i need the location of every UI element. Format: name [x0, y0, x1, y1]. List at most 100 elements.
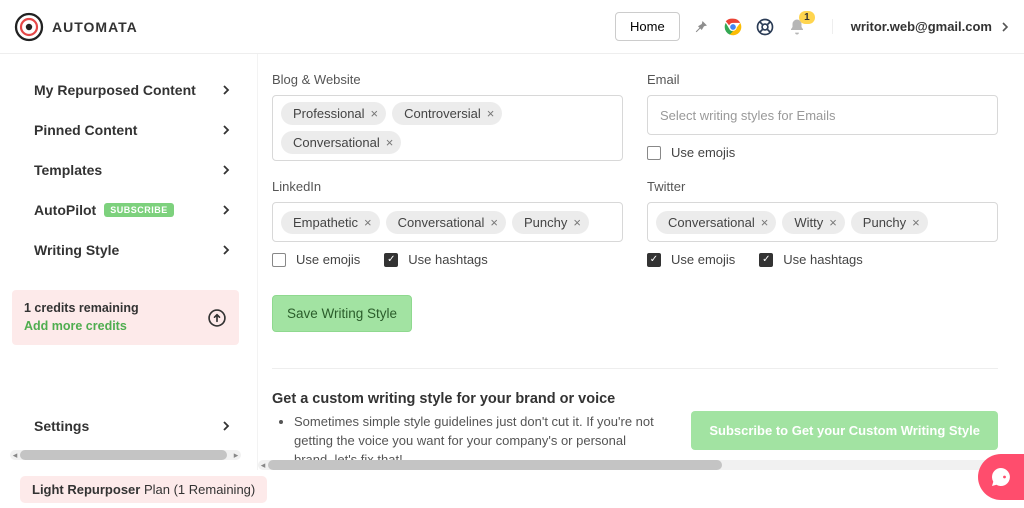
scroll-right-icon: ▸ [231, 450, 241, 460]
sidebar-item-label: Writing Style [34, 242, 119, 258]
checkbox-label: Use emojis [671, 252, 735, 267]
chevron-right-icon [221, 245, 231, 255]
tag-chip: Conversational × [656, 211, 776, 234]
sidebar-item-templates[interactable]: Templates [4, 150, 247, 190]
chat-fab-button[interactable] [978, 454, 1024, 500]
linkedin-tags-input[interactable]: Empathetic × Conversational × Punchy× [272, 202, 623, 242]
sidebar: My Repurposed Content Pinned Content Tem… [0, 54, 258, 470]
credits-remaining-text: 1 credits remaining [24, 300, 139, 318]
tag-remove-icon[interactable]: × [386, 135, 394, 150]
scroll-left-icon: ◂ [10, 450, 20, 460]
scroll-left-icon: ◂ [258, 460, 268, 470]
section-title: Twitter [647, 179, 998, 194]
subscribe-custom-style-button[interactable]: Subscribe to Get your Custom Writing Sty… [691, 411, 998, 450]
tag-label: Conversational [398, 215, 485, 230]
tag-remove-icon[interactable]: × [364, 215, 372, 230]
tag-remove-icon[interactable]: × [371, 106, 379, 121]
checkbox-label: Use emojis [296, 252, 360, 267]
twitter-use-hashtags-checkbox[interactable]: Use hashtags [759, 252, 863, 267]
subscribe-badge: SUBSCRIBE [104, 203, 174, 217]
tag-chip: Controversial × [392, 102, 502, 125]
tag-chip: Punchy× [512, 211, 589, 234]
plan-pill[interactable]: Light Repurposer Plan (1 Remaining) [20, 476, 267, 503]
sidebar-item-my-repurposed-content[interactable]: My Repurposed Content [4, 70, 247, 110]
section-linkedin: LinkedIn Empathetic × Conversational × Pun… [272, 179, 623, 267]
chevron-right-icon [221, 205, 231, 215]
blog-tags-input[interactable]: Professional × Controversial × Conversatio… [272, 95, 623, 161]
tag-chip: Witty × [782, 211, 844, 234]
checkbox-label: Use emojis [671, 145, 735, 160]
notification-count-badge: 1 [799, 11, 815, 24]
user-menu[interactable]: writor.web@gmail.com [832, 19, 1010, 34]
content-scrollbar[interactable]: ◂ ▸ [258, 460, 1014, 470]
sidebar-item-label: Settings [34, 418, 89, 434]
user-email: writor.web@gmail.com [851, 19, 992, 34]
save-writing-style-button[interactable]: Save Writing Style [272, 295, 412, 332]
sidebar-item-writing-style[interactable]: Writing Style [4, 230, 247, 270]
tag-chip: Conversational × [386, 211, 506, 234]
sidebar-scrollbar[interactable]: ◂ ▸ [10, 450, 241, 460]
add-credits-link[interactable]: Add more credits [24, 318, 139, 336]
credits-panel: 1 credits remaining Add more credits [12, 290, 239, 345]
tag-chip: Professional × [281, 102, 386, 125]
tag-chip: Conversational × [281, 131, 401, 154]
home-button[interactable]: Home [615, 12, 680, 41]
plan-suffix: Plan (1 Remaining) [140, 482, 255, 497]
plan-name: Light Repurposer [32, 482, 140, 497]
cta-title: Get a custom writing style for your bran… [272, 391, 661, 407]
help-lifebuoy-icon[interactable] [754, 16, 776, 38]
tag-chip: Empathetic × [281, 211, 380, 234]
chevron-right-icon [221, 165, 231, 175]
tag-chip: Punchy × [851, 211, 928, 234]
plan-status-bar: Light Repurposer Plan (1 Remaining) [0, 470, 1024, 508]
tag-label: Conversational [668, 215, 755, 230]
tag-label: Punchy [863, 215, 906, 230]
section-twitter: Twitter Conversational × Witty × Punchy × U… [647, 179, 998, 267]
logo-target-icon [14, 12, 44, 42]
twitter-use-emojis-checkbox[interactable]: Use emojis [647, 252, 735, 267]
email-tags-input[interactable]: Select writing styles for Emails [647, 95, 998, 135]
sidebar-item-label: My Repurposed Content [34, 82, 196, 98]
upgrade-arrow-icon[interactable] [207, 308, 227, 328]
chevron-right-icon [221, 421, 231, 431]
section-blog: Blog & Website Professional × Controversi… [272, 72, 623, 161]
chevron-right-icon [221, 125, 231, 135]
placeholder-text: Select writing styles for Emails [660, 108, 836, 123]
chevron-right-icon [221, 85, 231, 95]
sidebar-item-pinned-content[interactable]: Pinned Content [4, 110, 247, 150]
sidebar-item-label: Templates [34, 162, 102, 178]
tag-remove-icon[interactable]: × [573, 215, 581, 230]
linkedin-use-emojis-checkbox[interactable]: Use emojis [272, 252, 360, 267]
tag-remove-icon[interactable]: × [487, 106, 495, 121]
twitter-tags-input[interactable]: Conversational × Witty × Punchy × [647, 202, 998, 242]
custom-style-cta: Get a custom writing style for your bran… [272, 368, 998, 470]
sidebar-item-label: Pinned Content [34, 122, 137, 138]
tag-label: Controversial [404, 106, 481, 121]
tag-remove-icon[interactable]: × [761, 215, 769, 230]
sidebar-item-settings[interactable]: Settings [4, 406, 247, 446]
brand-logo[interactable]: AUTOMATA [14, 12, 138, 42]
tag-label: Witty [794, 215, 823, 230]
email-use-emojis-checkbox[interactable]: Use emojis [647, 145, 735, 160]
tag-remove-icon[interactable]: × [490, 215, 498, 230]
chrome-icon[interactable] [722, 16, 744, 38]
tag-label: Professional [293, 106, 365, 121]
linkedin-use-hashtags-checkbox[interactable]: Use hashtags [384, 252, 488, 267]
content-area: Blog & Website Professional × Controversi… [258, 54, 1024, 470]
checkbox-label: Use hashtags [783, 252, 863, 267]
tag-label: Conversational [293, 135, 380, 150]
tag-remove-icon[interactable]: × [912, 215, 920, 230]
section-email: Email Select writing styles for Emails U… [647, 72, 998, 161]
section-title: Blog & Website [272, 72, 623, 87]
sidebar-item-label: AutoPilot [34, 202, 96, 218]
pin-icon[interactable] [690, 16, 712, 38]
sidebar-item-autopilot[interactable]: AutoPilot SUBSCRIBE [4, 190, 247, 230]
topbar: AUTOMATA Home 1 writor.web@gmail.com [0, 0, 1024, 54]
tag-label: Empathetic [293, 215, 358, 230]
chevron-right-icon [1000, 22, 1010, 32]
brand-name: AUTOMATA [52, 19, 138, 35]
tag-remove-icon[interactable]: × [829, 215, 837, 230]
section-title: LinkedIn [272, 179, 623, 194]
notifications-bell-icon[interactable]: 1 [786, 16, 808, 38]
chat-bubble-icon [989, 465, 1013, 489]
